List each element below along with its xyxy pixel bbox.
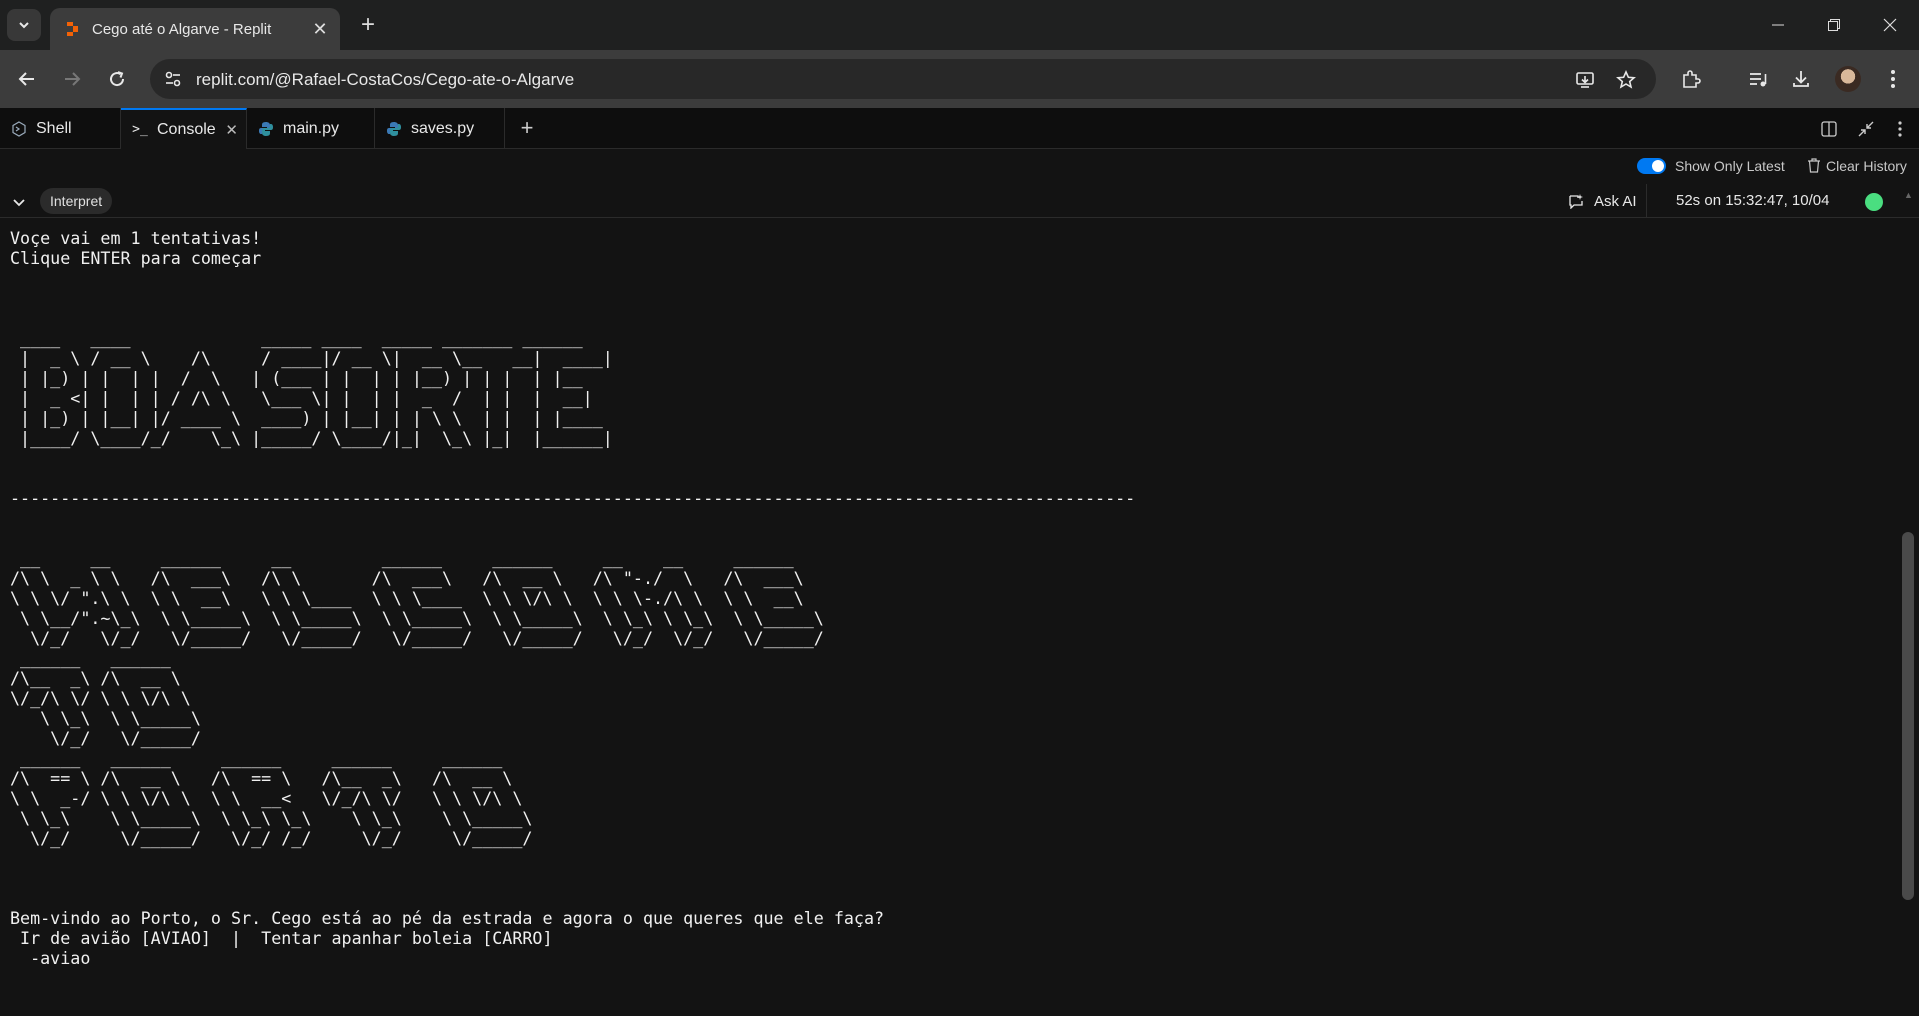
tab-saves-py[interactable]: saves.py (375, 108, 505, 149)
profile-avatar[interactable] (1835, 66, 1861, 92)
restore-icon (1828, 19, 1840, 31)
tab-saves-py-label: saves.py (411, 119, 475, 137)
run-bar-divider (1646, 184, 1647, 218)
browser-toolbar: replit.com/@Rafael-CostaCos/Cego-ate-o-A… (0, 50, 1919, 108)
tab-main-py-label: main.py (283, 119, 340, 137)
download-icon (1793, 71, 1809, 87)
reload-button[interactable] (101, 63, 133, 95)
close-tab-icon[interactable]: ✕ (308, 17, 332, 41)
close-console-tab-icon[interactable]: ✕ (225, 121, 238, 139)
tab-main-py[interactable]: main.py (247, 108, 375, 149)
replit-pane-tabs: Shell >_ Console ✕ main.py saves.py + (0, 108, 1919, 149)
console-run-bar: Interpret Ask AI 52s on 15:32:47, 10/04 … (0, 184, 1919, 218)
trash-icon[interactable] (1807, 158, 1821, 173)
run-timestamp: 52s on 15:32:47, 10/04 (1676, 192, 1830, 209)
ask-ai-label: Ask AI (1594, 192, 1637, 210)
clear-history-button[interactable]: Clear History (1826, 158, 1907, 174)
collapse-arrows-icon (1858, 121, 1874, 137)
console-output[interactable]: Voçe vai em 1 tentativas! Clique ENTER p… (10, 228, 1890, 1016)
run-status-indicator (1865, 193, 1883, 211)
python-file-icon (257, 120, 275, 138)
console-history-bar: Show Only Latest Clear History (0, 150, 1919, 182)
minimize-window-button[interactable] (1758, 10, 1798, 40)
split-pane-button[interactable] (1818, 118, 1840, 140)
media-controls-button[interactable] (1745, 66, 1771, 92)
downloads-button[interactable] (1788, 66, 1814, 92)
browser-tab-strip: Cego até o Algarve - Replit ✕ + (0, 0, 1919, 50)
close-window-button[interactable] (1870, 10, 1910, 40)
show-only-latest-toggle[interactable] (1637, 158, 1666, 174)
shell-icon (10, 120, 28, 138)
minimize-icon (1772, 24, 1784, 26)
console-scrollbar[interactable] (1902, 532, 1914, 900)
tab-search-button[interactable] (7, 9, 41, 41)
install-app-icon[interactable] (1575, 70, 1595, 90)
collapse-chevron-icon[interactable] (10, 193, 28, 211)
playlist-icon (1750, 73, 1767, 87)
browser-menu-button[interactable] (1880, 66, 1906, 92)
arrow-left-icon (18, 72, 34, 86)
interpret-badge[interactable]: Interpret (40, 188, 113, 214)
tab-shell-label: Shell (36, 119, 72, 137)
terminal-prompt-icon: >_ (132, 122, 148, 137)
ask-ai-icon (1569, 194, 1583, 209)
puzzle-icon (1683, 70, 1701, 88)
browser-tab-title: Cego até o Algarve - Replit (92, 20, 272, 38)
tab-shell[interactable]: Shell (0, 108, 121, 149)
bookmark-star-icon[interactable] (1616, 70, 1636, 90)
address-bar[interactable]: replit.com/@Rafael-CostaCos/Cego-ate-o-A… (150, 59, 1656, 99)
pane-menu-button[interactable] (1889, 118, 1911, 140)
site-settings-icon[interactable] (164, 70, 182, 88)
restore-window-button[interactable] (1814, 10, 1854, 40)
more-vertical-icon (1891, 70, 1895, 88)
arrow-right-icon (65, 72, 81, 86)
more-vertical-icon (1898, 121, 1902, 137)
minimize-pane-button[interactable] (1855, 118, 1877, 140)
add-tab-button[interactable]: + (515, 115, 539, 140)
tab-console[interactable]: >_ Console ✕ (121, 108, 247, 149)
python-file-icon (385, 120, 403, 138)
extensions-button[interactable] (1678, 66, 1704, 92)
replit-favicon-icon (67, 22, 78, 36)
ask-ai-button[interactable]: Ask AI (1568, 190, 1637, 212)
show-only-latest-label: Show Only Latest (1675, 158, 1785, 174)
split-pane-icon (1821, 121, 1837, 137)
url-text: replit.com/@Rafael-CostaCos/Cego-ate-o-A… (196, 70, 575, 89)
console-output-text: Voçe vai em 1 tentativas! Clique ENTER p… (10, 228, 1136, 968)
reload-icon (110, 71, 125, 87)
tab-console-label: Console (157, 120, 216, 138)
scroll-up-arrow-icon[interactable]: ▲ (1904, 190, 1913, 200)
forward-button[interactable] (56, 63, 88, 95)
new-tab-button[interactable]: + (354, 11, 382, 39)
back-button[interactable] (11, 63, 43, 95)
close-icon (1883, 18, 1897, 32)
browser-tab[interactable]: Cego até o Algarve - Replit ✕ (50, 8, 340, 50)
chevron-down-icon (19, 22, 29, 29)
